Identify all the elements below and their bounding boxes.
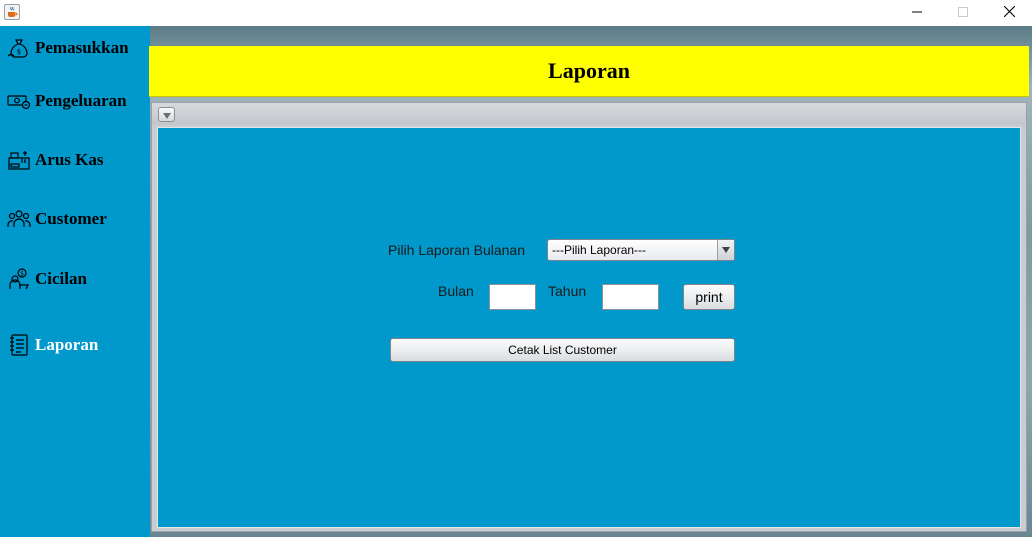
monthly-report-label: Pilih Laporan Bulanan	[388, 242, 525, 258]
print-button[interactable]: print	[683, 284, 735, 310]
sidebar-item-label: Pengeluaran	[35, 91, 127, 110]
java-cup-icon	[4, 4, 20, 20]
sidebar-item-label: Customer	[35, 209, 107, 228]
cash-register-icon	[6, 147, 32, 173]
cash-icon	[6, 88, 32, 114]
sidebar-item-pengeluaran[interactable]: Pengeluaran	[6, 86, 127, 116]
sidebar-item-pemasukkan[interactable]: $ Pemasukkan	[6, 33, 129, 63]
bulan-input[interactable]	[489, 284, 536, 310]
print-customer-list-button[interactable]: Cetak List Customer	[390, 338, 735, 362]
window-titlebar	[0, 0, 1032, 27]
tahun-label: Tahun	[548, 283, 587, 299]
page-header: Laporan	[149, 46, 1029, 97]
money-bag-icon: $	[6, 35, 32, 61]
sidebar-item-label: Arus Kas	[35, 150, 104, 169]
monthly-report-select[interactable]: ---Pilih Laporan---	[547, 239, 735, 261]
people-icon	[6, 206, 32, 232]
report-icon	[6, 332, 32, 358]
sidebar-item-label: Laporan	[35, 335, 99, 354]
collapse-button[interactable]	[158, 107, 175, 122]
close-icon	[1003, 4, 1015, 22]
sidebar-item-label: Cicilan	[35, 269, 87, 288]
sidebar-item-label: Pemasukkan	[35, 38, 129, 57]
page-title: Laporan	[548, 58, 630, 83]
sidebar-item-arus-kas[interactable]: Arus Kas	[6, 145, 103, 175]
svg-text:$: $	[17, 48, 21, 56]
sidebar: $ Pemasukkan Pengeluaran Arus Kas Custom…	[0, 26, 150, 537]
minimize-button[interactable]	[894, 0, 940, 26]
maximize-icon	[958, 4, 968, 22]
internal-frame	[151, 102, 1027, 532]
tahun-input[interactable]	[602, 284, 659, 310]
select-value: ---Pilih Laporan---	[552, 243, 647, 257]
sidebar-item-laporan[interactable]: Laporan	[6, 330, 98, 360]
minimize-icon	[912, 4, 922, 22]
maximize-button[interactable]	[940, 0, 986, 26]
chevron-down-icon	[162, 106, 171, 124]
close-button[interactable]	[986, 0, 1032, 26]
report-panel	[157, 127, 1021, 528]
sidebar-item-cicilan[interactable]: $ Cicilan	[6, 264, 87, 294]
bulan-label: Bulan	[438, 283, 474, 299]
chevron-down-icon[interactable]	[717, 240, 734, 260]
sidebar-item-customer[interactable]: Customer	[6, 204, 107, 234]
installment-icon: $	[6, 266, 32, 292]
internal-frame-titlebar	[152, 103, 1026, 125]
svg-text:$: $	[20, 271, 24, 278]
